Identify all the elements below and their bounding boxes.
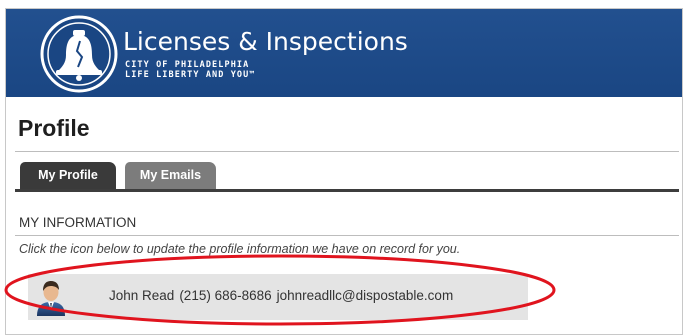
profile-record-row[interactable]: John Read (215) 686-8686 johnreadllc@dispo… [28, 274, 528, 320]
profile-name: John Read [109, 288, 175, 303]
site-subtitle-city: CITY OF PHILADELPHIA [125, 60, 250, 70]
app-window: Licenses & Inspections CITY OF PHILADELP… [5, 8, 683, 335]
profile-summary: John Read (215) 686-8686 johnreadllc@dispo… [109, 288, 453, 303]
tab-bar-underline [15, 189, 679, 192]
section-divider [15, 235, 679, 236]
liberty-bell-logo-icon[interactable] [40, 15, 118, 93]
section-heading: MY INFORMATION [19, 215, 137, 230]
site-header: Licenses & Inspections CITY OF PHILADELP… [6, 9, 682, 97]
tab-my-profile[interactable]: My Profile [20, 162, 116, 189]
tab-my-emails[interactable]: My Emails [125, 162, 216, 189]
site-subtitle-tagline: LIFE LIBERTY AND YOU™ [125, 70, 256, 80]
site-title: Licenses & Inspections [123, 27, 408, 56]
user-avatar-icon[interactable] [35, 279, 67, 316]
section-hint: Click the icon below to update the profi… [19, 242, 461, 256]
page-title: Profile [18, 115, 90, 141]
title-divider [15, 151, 679, 152]
profile-phone: (215) 686-8686 [179, 288, 272, 303]
profile-email: johnreadllc@dispostable.com [276, 288, 454, 303]
